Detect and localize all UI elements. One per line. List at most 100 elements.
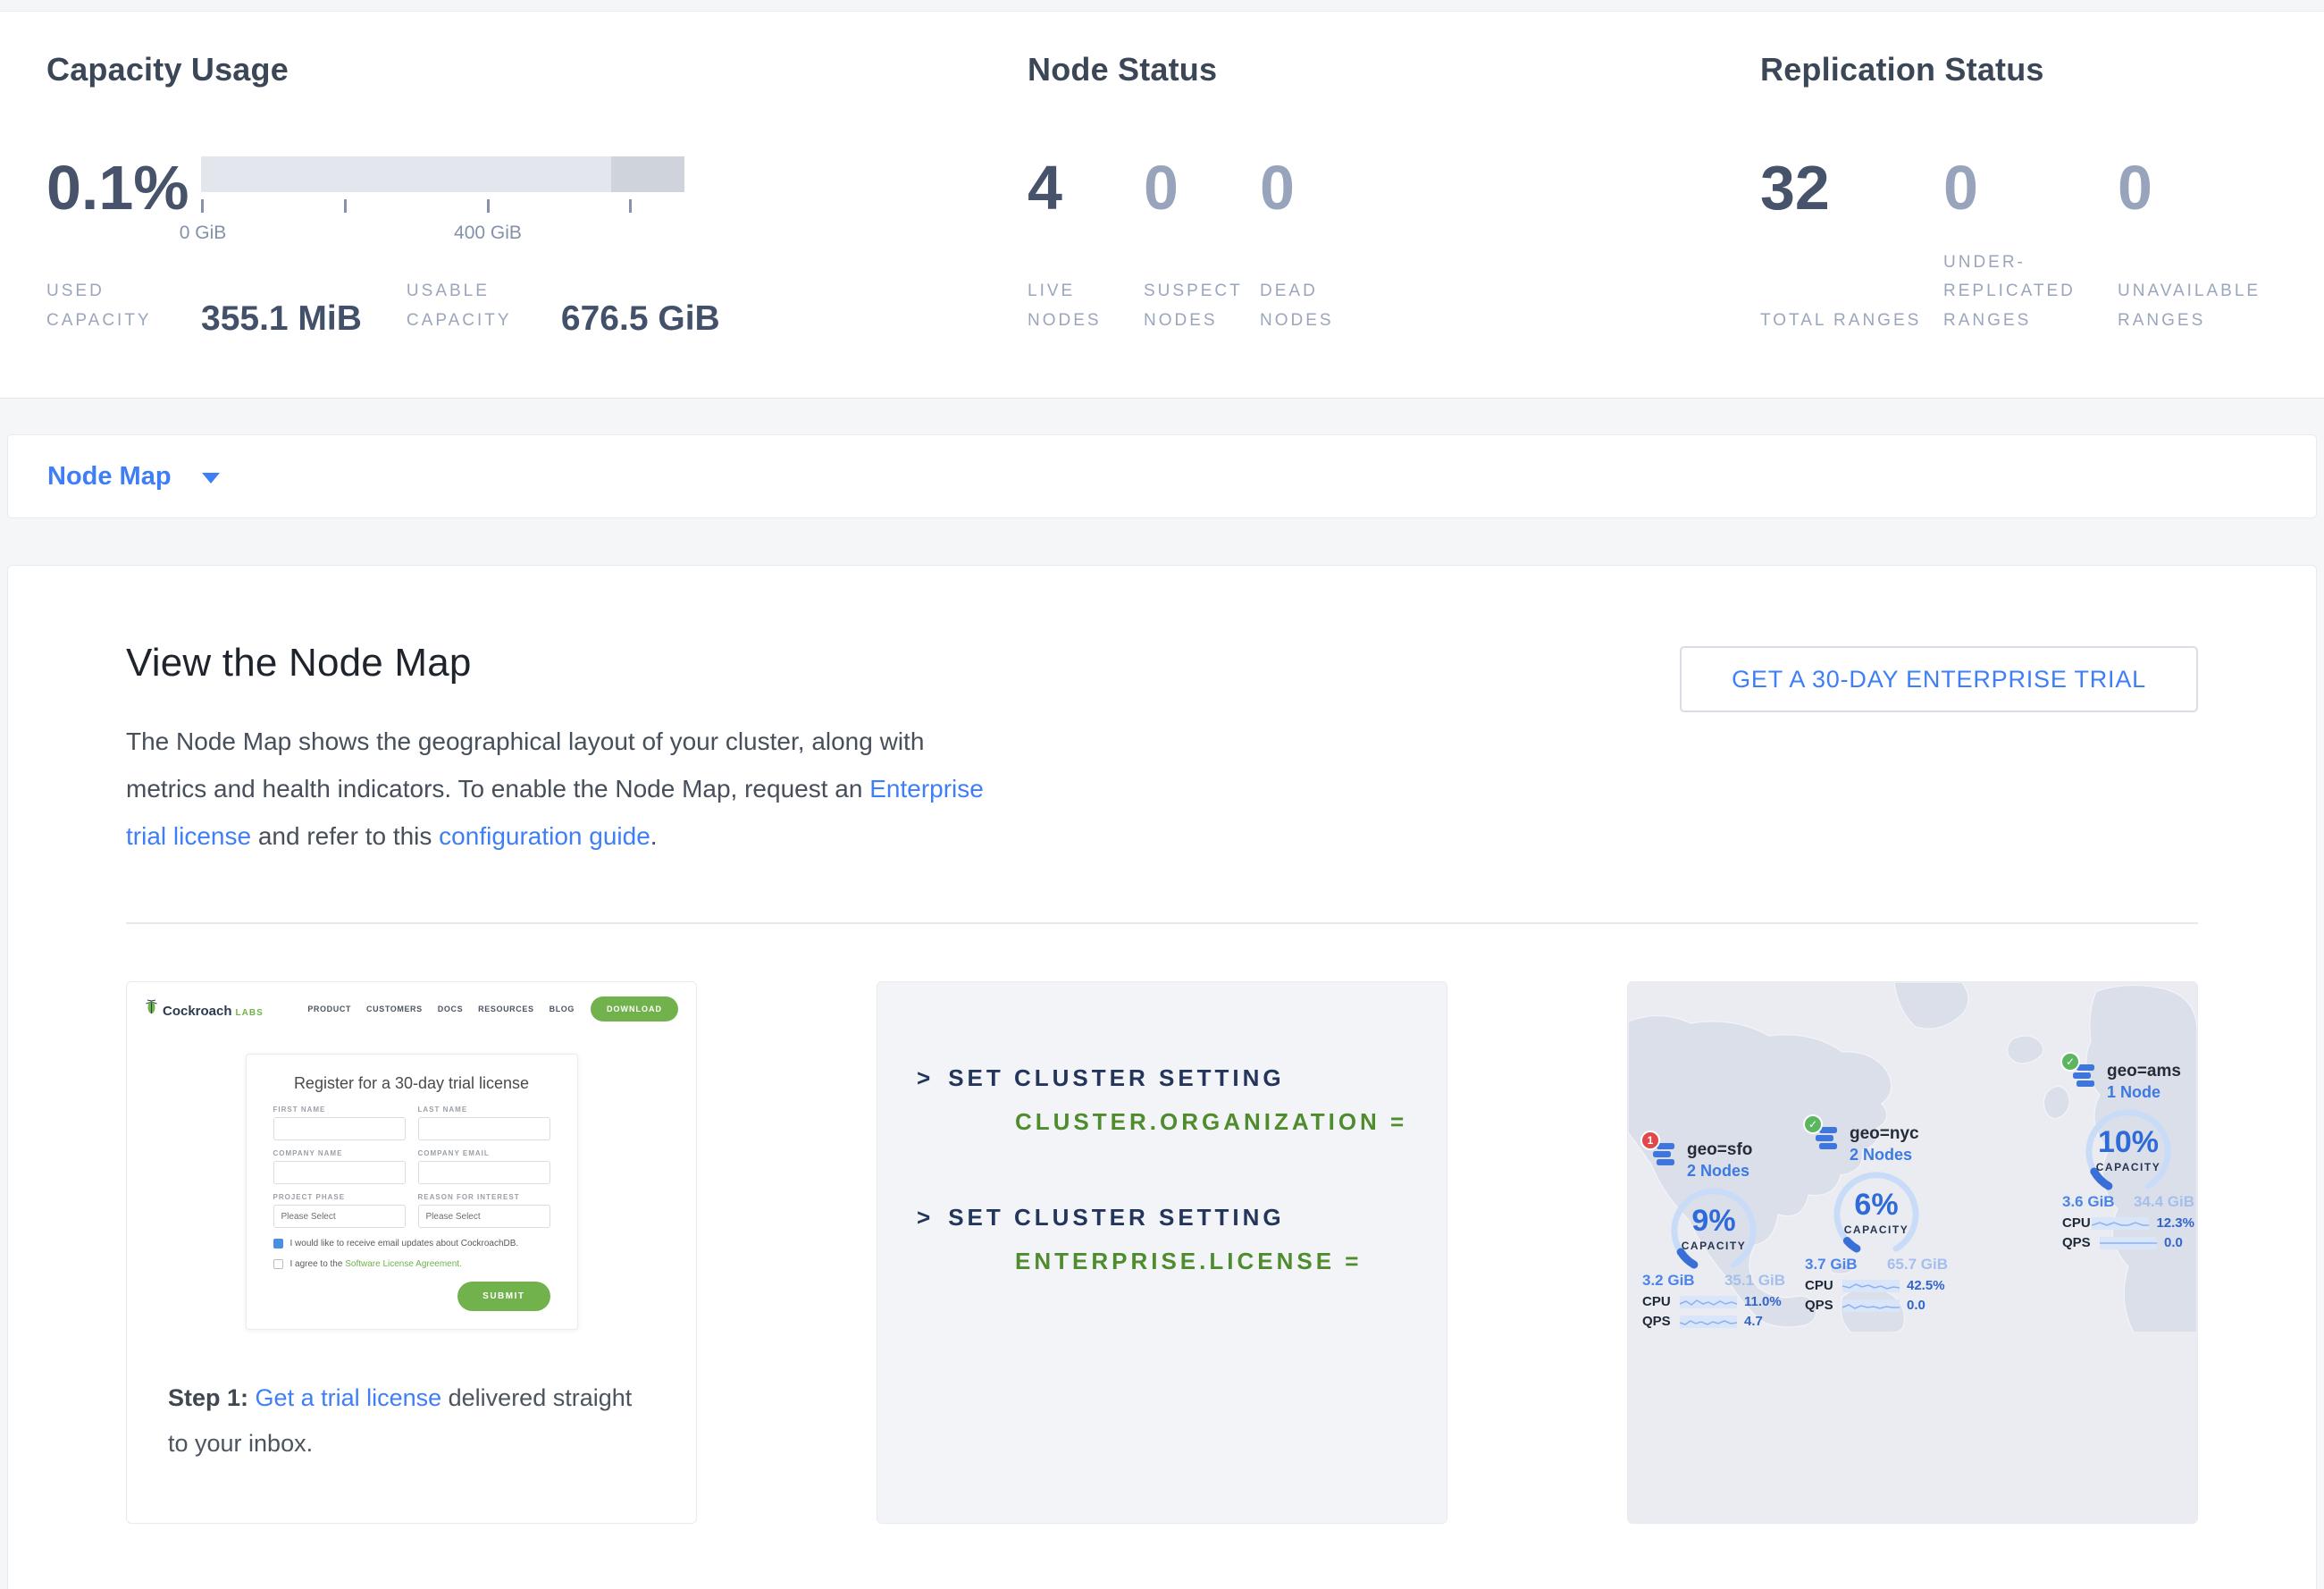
capacity-bar-chart: 0 GiB 400 GiB [201,156,701,277]
qps-label: QPS [1642,1314,1680,1329]
company-name-field [273,1161,406,1184]
locality-widget-nyc: ✓ geo=nyc 2 Nodes 6% CAPACITY 3.7 GiB [1805,1125,1948,1313]
suspect-nodes-label: SUSPECT NODES [1144,277,1260,335]
capacity-used: 3.2 GiB [1642,1272,1695,1290]
dead-nodes-label: DEAD NODES [1260,277,1376,335]
capacity-total: 65.7 GiB [1887,1256,1948,1274]
healthy-badge: ✓ [2060,1052,2080,1072]
unavailable-ranges-count: 0 [2118,156,2324,219]
first-name-label: FIRST NAME [273,1106,406,1114]
qps-sparkline [2100,1237,2157,1249]
minisite-download-button: DOWNLOAD [591,996,678,1022]
node-status-section: Node Status 4 0 0 LIVE NODES SUSPECT NOD… [1028,51,1760,335]
locality-node-count: 2 Nodes [1687,1161,1752,1181]
capacity-percent: 10% [2074,1125,2183,1160]
locality-node-count: 2 Nodes [1850,1145,1919,1165]
company-email-label: COMPANY EMAIL [418,1149,550,1157]
cpu-metric-row: CPU 12.3% [2062,1215,2194,1231]
company-name-label: COMPANY NAME [273,1149,406,1157]
configuration-guide-link[interactable]: configuration guide [439,822,650,850]
capacity-gauge: 9% CAPACITY [1659,1182,1768,1270]
enterprise-trial-button[interactable]: GET A 30-DAY ENTERPRISE TRIAL [1680,646,2198,712]
locality-node-count: 1 Node [2107,1082,2181,1103]
software-license-link: Software License Agreement. [345,1259,462,1269]
capacity-bar-nonusable-segment [611,156,684,192]
axis-tick [201,199,204,213]
capacity-label: CAPACITY [2074,1161,2183,1173]
first-name-field [273,1117,406,1140]
sql-prompt: > [917,1204,934,1231]
replication-status-section: Replication Status 32 0 0 TOTAL RANGES U… [1760,51,2324,335]
used-capacity-metric: USED CAPACITY 355.1 MiB [46,277,362,335]
capacity-percent: 6% [1822,1188,1931,1223]
qps-metric-row: QPS 4.7 [1642,1314,1785,1329]
cockroach-labs-logo: Cockroach LABS [145,999,264,1019]
project-phase-label: PROJECT PHASE [273,1193,406,1201]
cpu-value: 11.0% [1744,1294,1782,1309]
cpu-label: CPU [1642,1294,1680,1309]
step-2-caption: Step 2: Activate the trial license with … [877,1523,1447,1524]
node-map-thumbnail: 1 geo=sfo 2 Nodes 9% CAPACITY 3.2 GiB [1628,982,2197,1523]
section-divider [126,922,2198,924]
minisite-nav-item: CUSTOMERS [366,1005,423,1013]
sql-setting-name: CLUSTER.ORGANIZATION = [1015,1108,1447,1136]
node-map-dropdown[interactable]: Node Map [47,462,220,492]
axis-tick [487,199,490,213]
qps-metric-row: QPS 0.0 [2062,1235,2194,1250]
step-1-caption: Step 1: Get a trial license delivered st… [127,1340,696,1467]
trial-license-form: Register for a 30-day trial license FIRS… [246,1054,578,1330]
license-agree-text: I agree to the Software License Agreemen… [290,1259,462,1269]
reason-select: Please Select [418,1205,550,1228]
cpu-sparkline [1842,1280,1900,1292]
axis-tick [629,199,632,213]
step-3-card: 1 geo=sfo 2 Nodes 9% CAPACITY 3.2 GiB [1627,981,2198,1524]
page-title: View the Node Map [126,641,984,685]
cockroach-bug-icon [145,999,158,1015]
capacity-total: 34.4 GiB [2134,1193,2194,1211]
last-name-label: LAST NAME [418,1106,550,1114]
qps-value: 0.0 [2164,1235,2183,1250]
capacity-gauge: 6% CAPACITY [1822,1166,1931,1254]
cpu-metric-row: CPU 42.5% [1805,1278,1948,1293]
qps-value: 0.0 [1907,1298,1925,1313]
live-nodes-count: 4 [1028,156,1144,219]
error-badge: 1 [1640,1131,1660,1150]
capacity-gauge: 10% CAPACITY [2074,1104,2183,1191]
minisite-submit-button: SUBMIT [457,1282,550,1311]
qps-label: QPS [1805,1298,1842,1313]
locality-widget-ams: ✓ geo=ams 1 Node 10% CAPACITY 3.6 GiB [2062,1063,2194,1250]
cpu-sparkline [1680,1296,1737,1308]
node-map-dropdown-label: Node Map [47,462,172,492]
license-agree-checkbox [273,1259,283,1269]
replication-status-title: Replication Status [1760,51,2324,88]
minisite-nav-item: BLOG [550,1005,575,1013]
cpu-value: 42.5% [1907,1278,1945,1293]
axis-tick [344,199,347,213]
sql-commands-panel: >SET CLUSTER SETTING CLUSTER.ORGANIZATIO… [877,982,1447,1523]
qps-value: 4.7 [1744,1314,1763,1329]
email-updates-text: I would like to receive email updates ab… [290,1239,519,1248]
capacity-axis: 0 GiB 400 GiB [201,192,701,246]
get-trial-license-link[interactable]: Get a trial license [256,1384,442,1411]
capacity-used: 3.6 GiB [2062,1193,2115,1211]
step-1-card: Cockroach LABS PRODUCT CUSTOMERS DOCS RE… [126,981,697,1524]
locality-name: geo=ams [2107,1061,2181,1082]
cluster-summary-bar: Capacity Usage 0.1% 0 GiB 400 GiB USED [0,11,2324,399]
qps-sparkline [1680,1316,1737,1328]
capacity-percent: 9% [1659,1204,1768,1239]
step-2-card: >SET CLUSTER SETTING CLUSTER.ORGANIZATIO… [877,981,1447,1524]
project-phase-select: Please Select [273,1205,406,1228]
capacity-percent: 0.1% [46,156,201,277]
capacity-bar-track [201,156,684,192]
registration-form-thumbnail: Cockroach LABS PRODUCT CUSTOMERS DOCS RE… [127,982,696,1340]
cpu-value: 12.3% [2156,1215,2194,1231]
used-capacity-value: 355.1 MiB [201,302,362,335]
used-capacity-label: USED CAPACITY [46,277,185,335]
intro-text-3: . [650,822,658,850]
qps-label: QPS [2062,1235,2100,1250]
axis-tick-label: 0 GiB [180,223,227,244]
usable-capacity-metric: USABLE CAPACITY 676.5 GiB [407,277,720,335]
under-replicated-label: UNDER-REPLICATED RANGES [1943,248,2118,335]
step-1-label: Step 1: [168,1384,248,1411]
sql-setting-name: ENTERPRISE.LICENSE = [1015,1248,1447,1275]
